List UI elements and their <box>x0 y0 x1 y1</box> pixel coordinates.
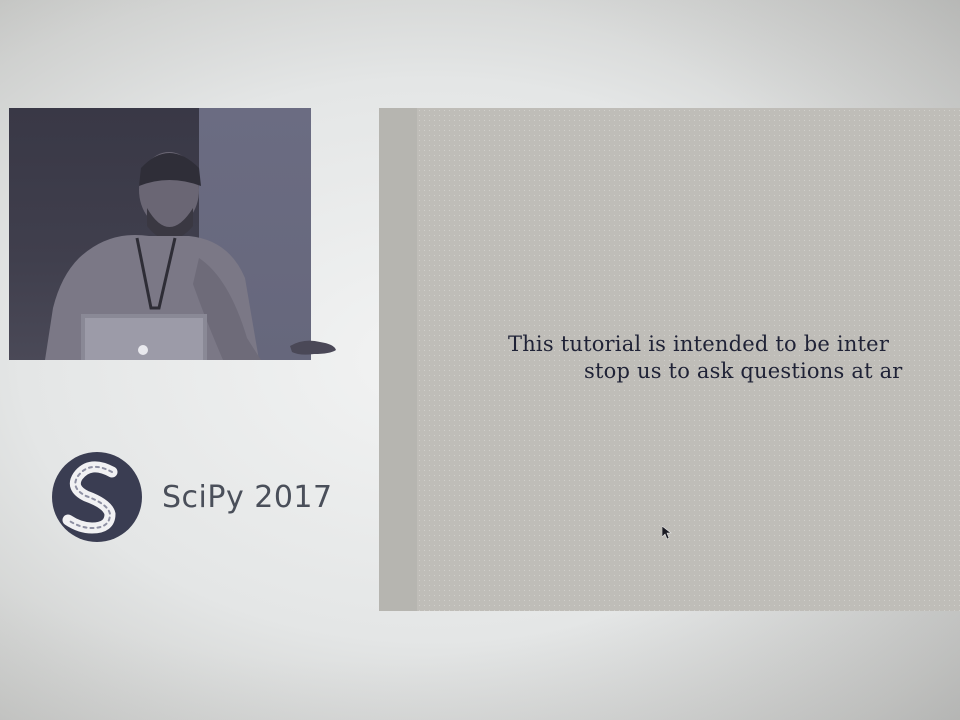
speaker-figure <box>45 152 261 360</box>
slide-text-line: stop us to ask questions at ar <box>584 359 903 383</box>
mouse-cursor-icon <box>662 526 672 540</box>
slide-left-margin <box>379 108 417 611</box>
slide-text-line: This tutorial is intended to be inter <box>508 332 890 356</box>
speaker-video <box>9 108 311 360</box>
apple-logo-icon <box>138 345 148 355</box>
speaker-hand <box>290 340 336 355</box>
conference-title: SciPy 2017 <box>162 480 333 515</box>
scipy-logo-icon <box>52 452 142 542</box>
